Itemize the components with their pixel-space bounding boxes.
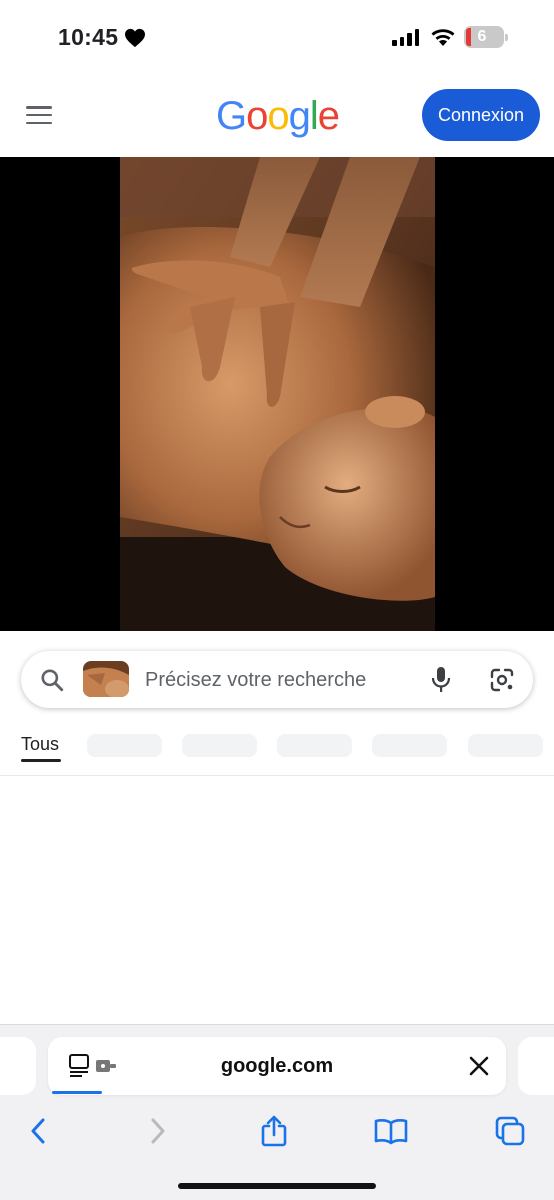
back-icon[interactable] (29, 1117, 47, 1145)
previous-tab-card[interactable] (0, 1037, 36, 1095)
close-icon[interactable] (468, 1055, 490, 1077)
safari-toolbar (0, 1113, 554, 1153)
battery-level: 6 (477, 28, 487, 45)
heart-icon (125, 28, 146, 47)
tab-placeholder (182, 734, 257, 757)
forward-icon[interactable] (149, 1117, 167, 1145)
lens-icon[interactable] (489, 667, 515, 693)
tab-placeholder (372, 734, 447, 757)
menu-icon[interactable] (24, 102, 54, 128)
image-thumbnail[interactable] (83, 661, 129, 697)
share-icon[interactable] (260, 1115, 288, 1147)
wifi-icon (431, 29, 455, 46)
home-indicator (178, 1183, 376, 1189)
tab-all[interactable]: Tous (21, 734, 59, 755)
signal-icon (392, 28, 419, 46)
active-tab-indicator (21, 759, 61, 762)
next-tab-card[interactable] (518, 1037, 554, 1095)
status-bar: 10:45 6 (0, 0, 554, 76)
safari-bottom-bar: google.com (0, 1024, 554, 1200)
signin-button[interactable]: Connexion (422, 89, 540, 141)
search-box[interactable] (21, 651, 533, 708)
time-text: 10:45 (58, 24, 119, 50)
tab-placeholder (87, 734, 162, 757)
bookmarks-icon[interactable] (374, 1117, 408, 1145)
address-bar[interactable]: google.com (48, 1037, 506, 1095)
forward-button[interactable] (140, 1113, 176, 1149)
status-time: 10:45 (58, 24, 146, 51)
search-icon[interactable] (39, 667, 65, 693)
share-button[interactable] (256, 1113, 292, 1149)
mic-icon[interactable] (431, 666, 451, 694)
tab-placeholder (277, 734, 352, 757)
load-indicator (52, 1091, 102, 1094)
image-viewer (0, 157, 554, 631)
tabs-button[interactable] (492, 1113, 528, 1149)
back-button[interactable] (20, 1113, 56, 1149)
battery-icon: 6 (464, 26, 508, 48)
tab-placeholder (468, 734, 543, 757)
url-text[interactable]: google.com (48, 1055, 506, 1078)
google-header: Google Connexion (0, 76, 554, 158)
bookmarks-button[interactable] (373, 1113, 409, 1149)
search-tabs: Tous (0, 722, 554, 776)
tabs-icon[interactable] (494, 1115, 526, 1147)
search-input[interactable] (145, 665, 395, 695)
google-logo[interactable]: Google (216, 94, 340, 139)
search-image[interactable] (120, 157, 435, 631)
